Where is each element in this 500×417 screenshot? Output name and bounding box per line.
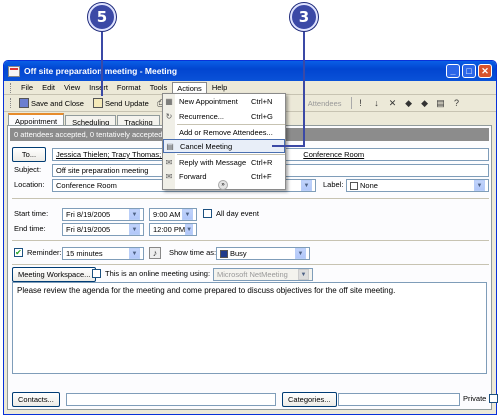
color-swatch-icon — [350, 181, 358, 190]
busy-swatch-icon — [220, 249, 228, 258]
reminder-field[interactable]: 15 minutes ▼ — [62, 247, 144, 260]
previous-item-icon[interactable]: ◆ — [403, 97, 415, 109]
recurrence-icon: ↻ — [165, 111, 173, 121]
chevron-down-icon[interactable]: ▼ — [129, 209, 140, 220]
contacts-button[interactable]: Contacts... — [12, 392, 60, 407]
next-item-icon[interactable]: ◆ — [419, 97, 431, 109]
importance-high-icon[interactable]: ! — [355, 97, 367, 109]
menu-reply-with-message[interactable]: ✉ Reply with Message Ctrl+R — [163, 155, 285, 169]
delete-icon[interactable]: ✕ — [387, 97, 399, 109]
chevron-down-icon[interactable]: ▼ — [301, 180, 312, 191]
callout-3-line — [303, 32, 305, 146]
menu-help[interactable]: Help — [208, 82, 231, 93]
label-label: Label: — [323, 180, 344, 189]
private-label: Private — [463, 394, 487, 403]
subject-value: Off site preparation meeting — [56, 166, 149, 175]
separator — [350, 97, 352, 109]
online-meeting-checkbox[interactable] — [92, 269, 101, 278]
online-meeting-field[interactable]: Microsoft NetMeeting ▼ — [213, 268, 313, 281]
to-button[interactable]: To... — [12, 147, 46, 162]
private-checkbox[interactable] — [489, 394, 499, 403]
callout-5-line — [101, 32, 103, 96]
categories-button[interactable]: Categories... — [282, 392, 337, 407]
help-icon[interactable]: ? — [451, 97, 463, 109]
chevron-down-icon[interactable]: ▼ — [295, 248, 306, 259]
meeting-workspace-button[interactable]: Meeting Workspace... — [12, 267, 97, 282]
show-time-label: Show time as: — [169, 248, 217, 257]
subject-label: Subject: — [14, 165, 42, 174]
end-date-field[interactable]: Fri 8/19/2005 ▼ — [62, 223, 144, 236]
to-recipients: Jessica Thielen; Tracy Thomas; Ga — [56, 150, 174, 159]
contacts-field[interactable] — [66, 393, 276, 406]
chevron-down-icon[interactable]: ▼ — [129, 224, 140, 235]
address-book-icon[interactable]: ▤ — [435, 97, 447, 109]
title-bar: Off site preparation meeting - Meeting _… — [4, 61, 496, 81]
to-room: Conference Room — [303, 150, 365, 159]
maximize-button[interactable]: □ — [462, 64, 476, 78]
start-time-field[interactable]: 9:00 AM ▼ — [149, 208, 197, 221]
divider — [12, 198, 489, 199]
reply-icon: ✉ — [165, 157, 173, 167]
menu-new-appointment[interactable]: ▦ New Appointment Ctrl+N — [163, 94, 285, 108]
menu-actions[interactable]: Actions — [172, 81, 207, 94]
all-day-label: All day event — [216, 209, 259, 218]
send-update-button[interactable]: Send Update — [90, 97, 152, 109]
chevron-down-icon[interactable]: ▼ — [185, 224, 194, 235]
menu-insert[interactable]: Insert — [85, 82, 112, 93]
attendees-button[interactable]: Attendees — [305, 98, 345, 109]
grip-icon — [10, 82, 13, 93]
divider — [12, 240, 489, 241]
reminder-checkbox[interactable]: ✔ — [14, 248, 23, 257]
all-day-checkbox[interactable] — [203, 209, 212, 218]
expand-menu-icon[interactable]: » — [218, 180, 228, 190]
start-date-field[interactable]: Fri 8/19/2005 ▼ — [62, 208, 144, 221]
minimize-button[interactable]: _ — [446, 64, 460, 78]
menu-view[interactable]: View — [60, 82, 84, 93]
start-time-label: Start time: — [14, 209, 49, 218]
chevron-down-icon[interactable]: ▼ — [298, 269, 309, 280]
menu-recurrence[interactable]: ↻ Recurrence... Ctrl+G — [163, 109, 285, 123]
categories-field[interactable] — [338, 393, 460, 406]
menu-cancel-meeting[interactable]: ▤ Cancel Meeting — [163, 139, 285, 153]
close-button[interactable]: ✕ — [478, 64, 492, 78]
callout-3-line-h — [272, 145, 305, 147]
end-time-label: End time: — [14, 224, 46, 233]
online-meeting-label: This is an online meeting using: — [105, 269, 211, 278]
menu-tools[interactable]: Tools — [146, 82, 172, 93]
callout-5: 5 — [88, 3, 116, 31]
calendar-icon: ▦ — [165, 96, 173, 106]
cancel-meeting-icon: ▤ — [166, 141, 174, 151]
grip-icon — [10, 98, 13, 108]
importance-low-icon[interactable]: ↓ — [371, 97, 383, 109]
meeting-icon — [8, 65, 20, 77]
chevron-down-icon[interactable]: ▼ — [474, 180, 485, 191]
menu-file[interactable]: File — [17, 82, 37, 93]
message-body[interactable]: Please review the agenda for the meeting… — [12, 282, 487, 374]
forward-icon: ✉ — [165, 171, 173, 181]
menu-format[interactable]: Format — [113, 82, 145, 93]
speaker-icon[interactable]: ♪ — [149, 247, 161, 259]
label-value: None — [360, 181, 378, 190]
actions-menu: ▦ New Appointment Ctrl+N ↻ Recurrence...… — [162, 93, 286, 190]
label-field[interactable]: None ▼ — [346, 179, 489, 192]
chevron-down-icon[interactable]: ▼ — [129, 248, 140, 259]
menu-add-remove-attendees[interactable]: Add or Remove Attendees... — [163, 125, 285, 139]
location-label: Location: — [14, 180, 45, 189]
reminder-label: Reminder: — [27, 248, 62, 257]
window-title: Off site preparation meeting - Meeting — [24, 66, 178, 76]
divider — [12, 264, 489, 265]
chevron-down-icon[interactable]: ▼ — [182, 209, 193, 220]
location-value: Conference Room — [56, 181, 117, 190]
envelope-icon — [92, 98, 103, 108]
end-time-field[interactable]: 12:00 PM ▼ — [149, 223, 197, 236]
save-close-button[interactable]: Save and Close — [16, 97, 87, 109]
save-icon — [19, 98, 29, 108]
show-time-field[interactable]: Busy ▼ — [216, 247, 310, 260]
menu-edit[interactable]: Edit — [38, 82, 59, 93]
callout-3: 3 — [290, 3, 318, 31]
